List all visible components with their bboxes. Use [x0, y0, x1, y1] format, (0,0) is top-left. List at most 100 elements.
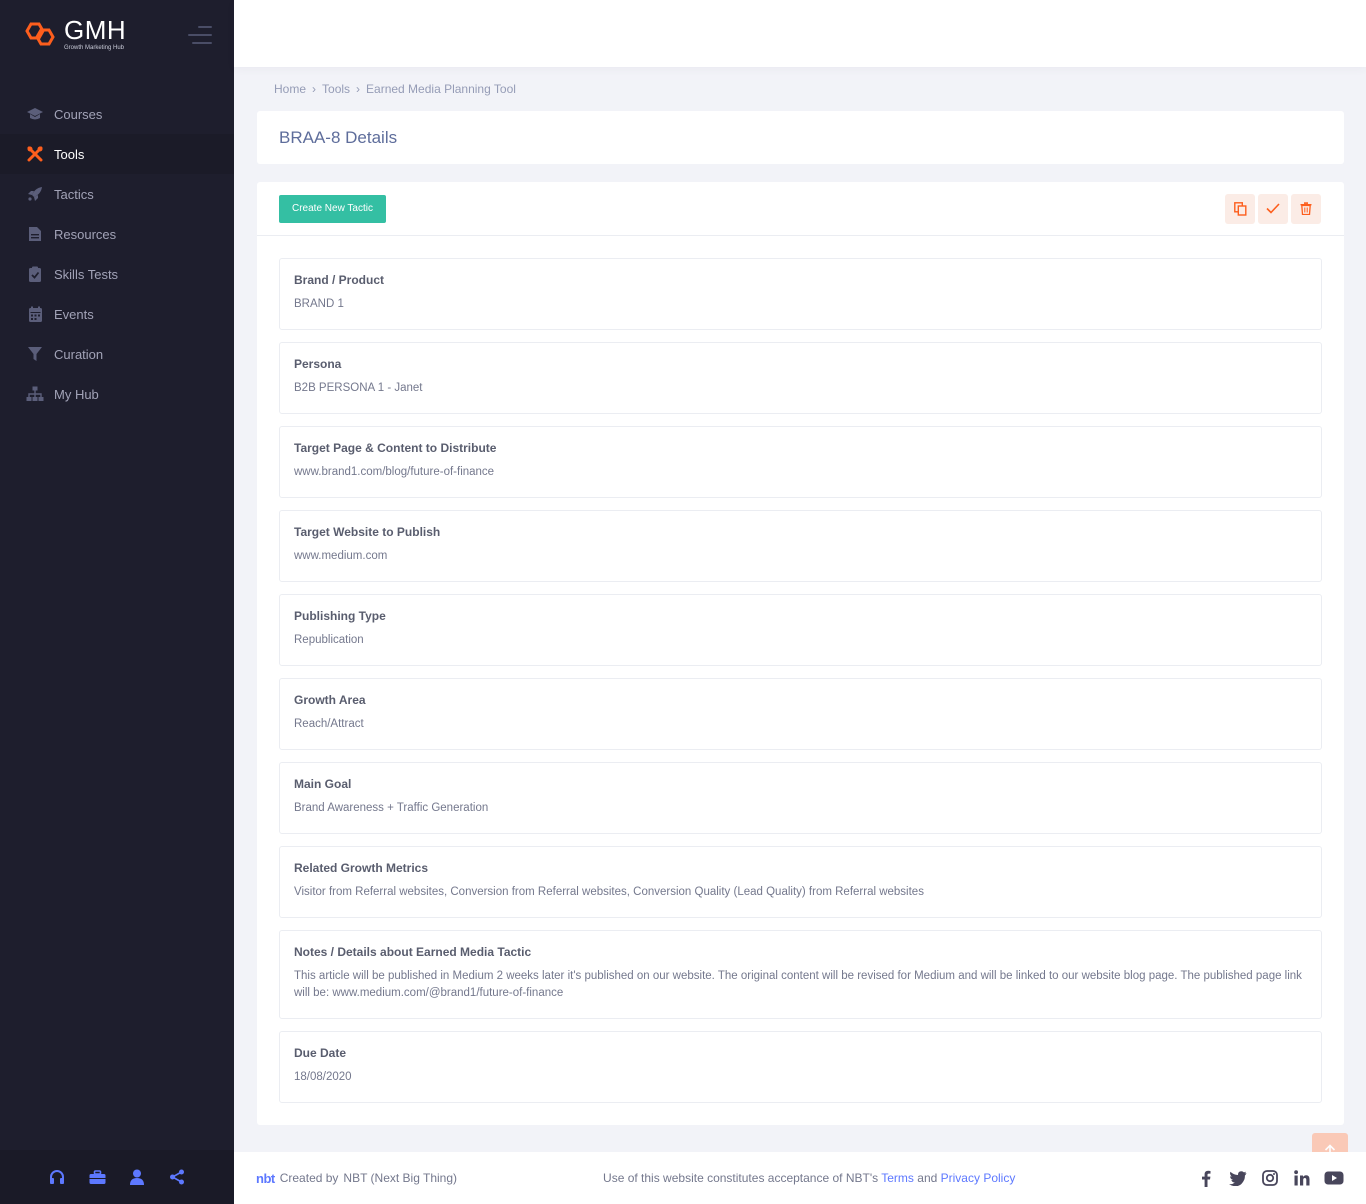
field-label: Persona: [294, 357, 342, 371]
top-header: [234, 0, 1366, 67]
field-value: Reach/Attract: [294, 718, 364, 730]
field-growth-metrics: Related Growth Metrics Visitor from Refe…: [279, 846, 1322, 918]
sidebar-item-my-hub[interactable]: My Hub: [0, 374, 234, 414]
sidebar-item-courses[interactable]: Courses: [0, 94, 234, 134]
field-label: Growth Area: [294, 693, 366, 707]
chevron-right-icon: ›: [312, 82, 317, 96]
policy-text: Use of this website constitutes acceptan…: [603, 1171, 879, 1185]
footer-policy: Use of this website constitutes acceptan…: [603, 1171, 1015, 1185]
field-value: 18/08/2020: [294, 1071, 352, 1083]
field-value: BRAND 1: [294, 298, 344, 310]
field-value: Visitor from Referral websites, Conversi…: [294, 886, 924, 898]
field-value: www.medium.com: [294, 550, 388, 562]
field-label: Target Website to Publish: [294, 525, 441, 539]
sidebar-item-label: Events: [54, 306, 94, 322]
approve-button[interactable]: [1258, 193, 1288, 224]
field-value: www.brand1.com/blog/future-of-finance: [294, 466, 495, 478]
breadcrumb: Home › Tools › Earned Media Planning Too…: [257, 67, 1344, 111]
field-label: Publishing Type: [294, 609, 386, 623]
privacy-policy-link[interactable]: Privacy Policy: [941, 1171, 1016, 1185]
sidebar-item-label: Resources: [54, 226, 117, 242]
copy-button[interactable]: [1225, 193, 1255, 224]
field-label: Notes / Details about Earned Media Tacti…: [294, 945, 532, 959]
sidebar-item-curation[interactable]: Curation: [0, 334, 234, 374]
field-persona: Persona B2B PERSONA 1 - Janet: [279, 342, 1322, 414]
breadcrumb-home-link[interactable]: Home: [274, 82, 306, 96]
created-by-text: Created by: [279, 1171, 339, 1185]
field-value: This article will be published in Medium…: [294, 970, 1302, 999]
field-due-date: Due Date 18/08/2020: [279, 1031, 1322, 1103]
tools-icon: [26, 145, 44, 163]
field-value: B2B PERSONA 1 - Janet: [294, 382, 423, 394]
filter-icon: [26, 345, 44, 363]
field-brand-product: Brand / Product BRAND 1: [279, 258, 1322, 330]
logo[interactable]: GMH Growth Marketing Hub: [22, 17, 126, 51]
sidebar-footer: [0, 1150, 234, 1204]
field-label: Main Goal: [294, 777, 352, 791]
field-growth-area: Growth Area Reach/Attract: [279, 678, 1322, 750]
headset-icon[interactable]: [48, 1168, 66, 1186]
footer-credit: nbt Created by NBT (Next Big Thing): [256, 1171, 457, 1186]
brand-header: GMH Growth Marketing Hub: [0, 0, 234, 68]
sidebar-item-events[interactable]: Events: [0, 294, 234, 334]
sidebar-item-label: Tactics: [54, 186, 94, 202]
sitemap-icon: [26, 385, 44, 403]
field-notes: Notes / Details about Earned Media Tacti…: [279, 930, 1322, 1019]
hexagon-logo-icon: [25, 22, 55, 46]
main-content: Home › Tools › Earned Media Planning Too…: [257, 67, 1344, 1125]
check-icon: [1266, 203, 1280, 214]
sidebar-item-skills-tests[interactable]: Skills Tests: [0, 254, 234, 294]
title-card: BRAA-8 Details: [257, 111, 1344, 164]
footer: nbt Created by NBT (Next Big Thing) Use …: [234, 1152, 1366, 1204]
terms-link[interactable]: Terms: [881, 1171, 914, 1185]
sidebar: GMH Growth Marketing Hub Courses Tools T…: [0, 0, 234, 1204]
user-icon[interactable]: [128, 1168, 146, 1186]
facebook-icon[interactable]: [1196, 1169, 1216, 1187]
and-text: and: [917, 1171, 938, 1185]
field-main-goal: Main Goal Brand Awareness + Traffic Gene…: [279, 762, 1322, 834]
breadcrumb-current-link[interactable]: Earned Media Planning Tool: [366, 82, 516, 96]
sidebar-toggle-button[interactable]: [188, 26, 212, 44]
create-new-tactic-button[interactable]: Create New Tactic: [279, 194, 386, 223]
company-name: NBT (Next Big Thing): [343, 1171, 458, 1185]
field-target-website: Target Website to Publish www.medium.com: [279, 510, 1322, 582]
field-value: Brand Awareness + Traffic Generation: [294, 802, 489, 814]
breadcrumb-tools-link[interactable]: Tools: [322, 82, 350, 96]
youtube-icon[interactable]: [1324, 1169, 1344, 1187]
field-publishing-type: Publishing Type Republication: [279, 594, 1322, 666]
detail-fields: Brand / Product BRAND 1 Persona B2B PERS…: [257, 236, 1344, 1103]
trash-icon: [1300, 202, 1312, 215]
logo-title: GMH: [64, 15, 127, 45]
details-toolbar: Create New Tactic: [257, 182, 1344, 236]
rocket-icon: [26, 185, 44, 203]
sidebar-item-label: Courses: [54, 106, 103, 122]
linkedin-icon[interactable]: [1292, 1169, 1312, 1187]
details-card: Create New Tactic Brand / Product BRAND …: [257, 182, 1344, 1125]
page-title: BRAA-8 Details: [279, 127, 398, 147]
sidebar-item-label: My Hub: [54, 386, 99, 402]
field-label: Related Growth Metrics: [294, 861, 429, 875]
field-label: Due Date: [294, 1046, 347, 1060]
field-label: Target Page & Content to Distribute: [294, 441, 497, 455]
sidebar-menu: Courses Tools Tactics Resources Skills T…: [0, 94, 234, 414]
sidebar-item-label: Tools: [54, 146, 85, 162]
clipboard-check-icon: [26, 265, 44, 283]
sidebar-item-tools[interactable]: Tools: [0, 134, 234, 174]
briefcase-icon[interactable]: [88, 1168, 106, 1186]
nbt-logo[interactable]: nbt: [256, 1171, 275, 1186]
field-value: Republication: [294, 634, 364, 646]
field-target-page: Target Page & Content to Distribute www.…: [279, 426, 1322, 498]
sidebar-item-label: Curation: [54, 346, 104, 362]
sidebar-item-tactics[interactable]: Tactics: [0, 174, 234, 214]
calendar-icon: [26, 305, 44, 323]
twitter-icon[interactable]: [1228, 1169, 1248, 1187]
instagram-icon[interactable]: [1260, 1169, 1280, 1187]
social-links: [1196, 1169, 1344, 1187]
delete-button[interactable]: [1291, 193, 1321, 224]
sidebar-item-resources[interactable]: Resources: [0, 214, 234, 254]
logo-tagline: Growth Marketing Hub: [64, 45, 125, 51]
share-icon[interactable]: [168, 1168, 186, 1186]
sidebar-item-label: Skills Tests: [54, 266, 119, 282]
chevron-right-icon: ›: [356, 82, 361, 96]
document-icon: [26, 225, 44, 243]
